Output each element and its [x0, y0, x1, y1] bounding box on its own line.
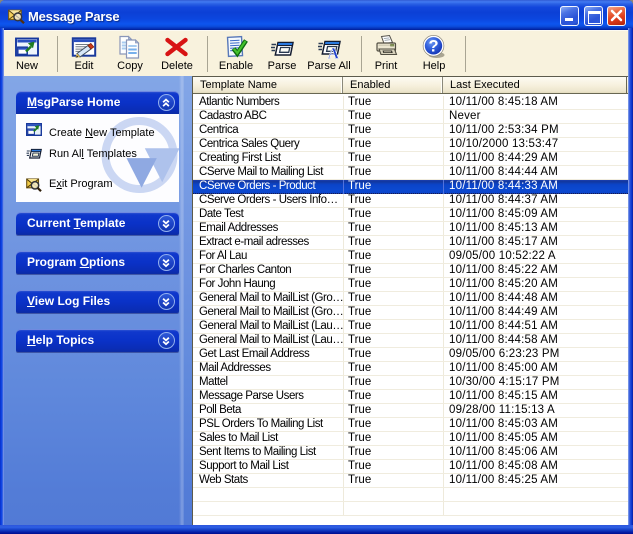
- svg-text:?: ?: [428, 38, 438, 56]
- svg-text:A: A: [328, 46, 340, 61]
